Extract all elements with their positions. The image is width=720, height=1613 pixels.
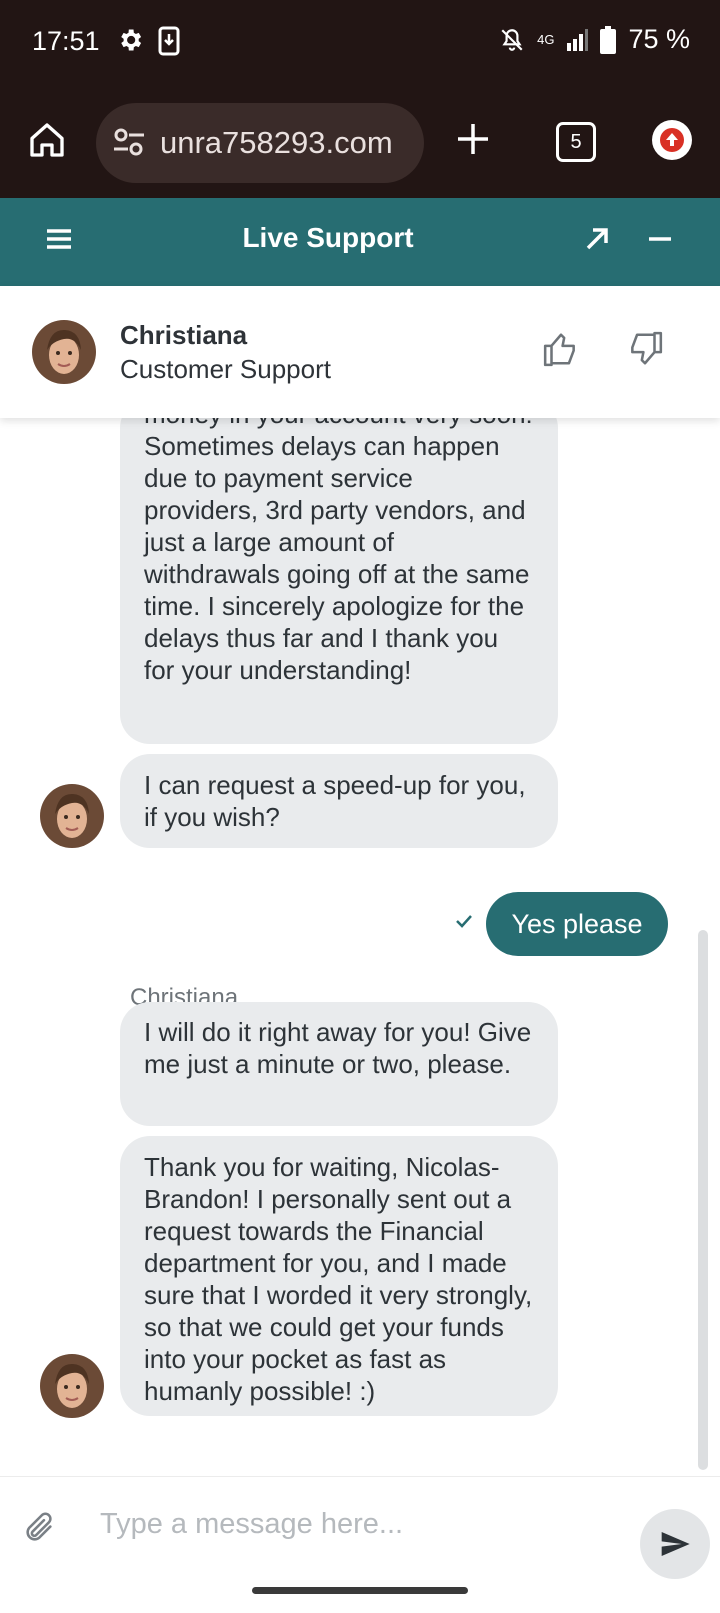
status-time: 17:51 bbox=[32, 26, 100, 56]
message-input[interactable] bbox=[98, 1507, 602, 1542]
settings-icon bbox=[121, 29, 142, 51]
battery-icon bbox=[600, 25, 617, 54]
browser-toolbar: unra758293.com 5 bbox=[0, 92, 720, 198]
chat-title: Live Support bbox=[242, 222, 414, 253]
thumbs-down-icon[interactable] bbox=[626, 330, 664, 368]
agent-message: I can request a speed-up for you, if you… bbox=[120, 754, 558, 848]
message-list: money in your account very soon! Sometim… bbox=[0, 418, 720, 1476]
agent-message: money in your account very soon! Sometim… bbox=[120, 418, 558, 744]
minimize-icon[interactable] bbox=[648, 226, 672, 252]
url-text: unra758293.com bbox=[160, 125, 393, 160]
checkmark-icon bbox=[456, 915, 472, 928]
mute-icon bbox=[501, 28, 523, 51]
avatar bbox=[40, 1354, 104, 1418]
home-icon[interactable] bbox=[26, 120, 68, 160]
scrollbar[interactable] bbox=[698, 930, 708, 1470]
signal-icon bbox=[567, 28, 589, 51]
thumbs-up-icon[interactable] bbox=[542, 330, 580, 368]
status-bar: 17:51 4G 75 % bbox=[0, 0, 720, 92]
network-label: 4G bbox=[537, 32, 555, 47]
gesture-handle bbox=[252, 1587, 468, 1594]
expand-icon[interactable] bbox=[584, 226, 610, 252]
download-icon bbox=[158, 26, 180, 56]
agent-role: Customer Support bbox=[120, 354, 331, 384]
avatar bbox=[40, 784, 104, 848]
send-button[interactable] bbox=[640, 1509, 710, 1579]
tune-icon[interactable] bbox=[112, 127, 146, 157]
address-bar[interactable]: unra758293.com bbox=[96, 103, 424, 183]
send-icon bbox=[661, 1532, 690, 1556]
status-icons: 4G 75 % bbox=[499, 24, 690, 55]
update-icon[interactable] bbox=[652, 120, 692, 160]
tabs-button[interactable]: 5 bbox=[556, 122, 596, 162]
user-message: Yes please bbox=[486, 892, 668, 956]
plus-icon[interactable] bbox=[456, 122, 490, 156]
agent-message: I will do it right away for you! Give me… bbox=[120, 1002, 558, 1126]
chat-header: Live Support bbox=[0, 198, 720, 286]
agent-message: Thank you for waiting, Nicolas-Brandon! … bbox=[120, 1136, 558, 1416]
battery-level: 75 % bbox=[628, 24, 690, 54]
agent-card: Christiana Customer Support bbox=[0, 286, 720, 418]
paperclip-icon[interactable] bbox=[22, 1511, 56, 1545]
avatar bbox=[32, 320, 96, 384]
agent-name: Christiana bbox=[120, 320, 248, 350]
